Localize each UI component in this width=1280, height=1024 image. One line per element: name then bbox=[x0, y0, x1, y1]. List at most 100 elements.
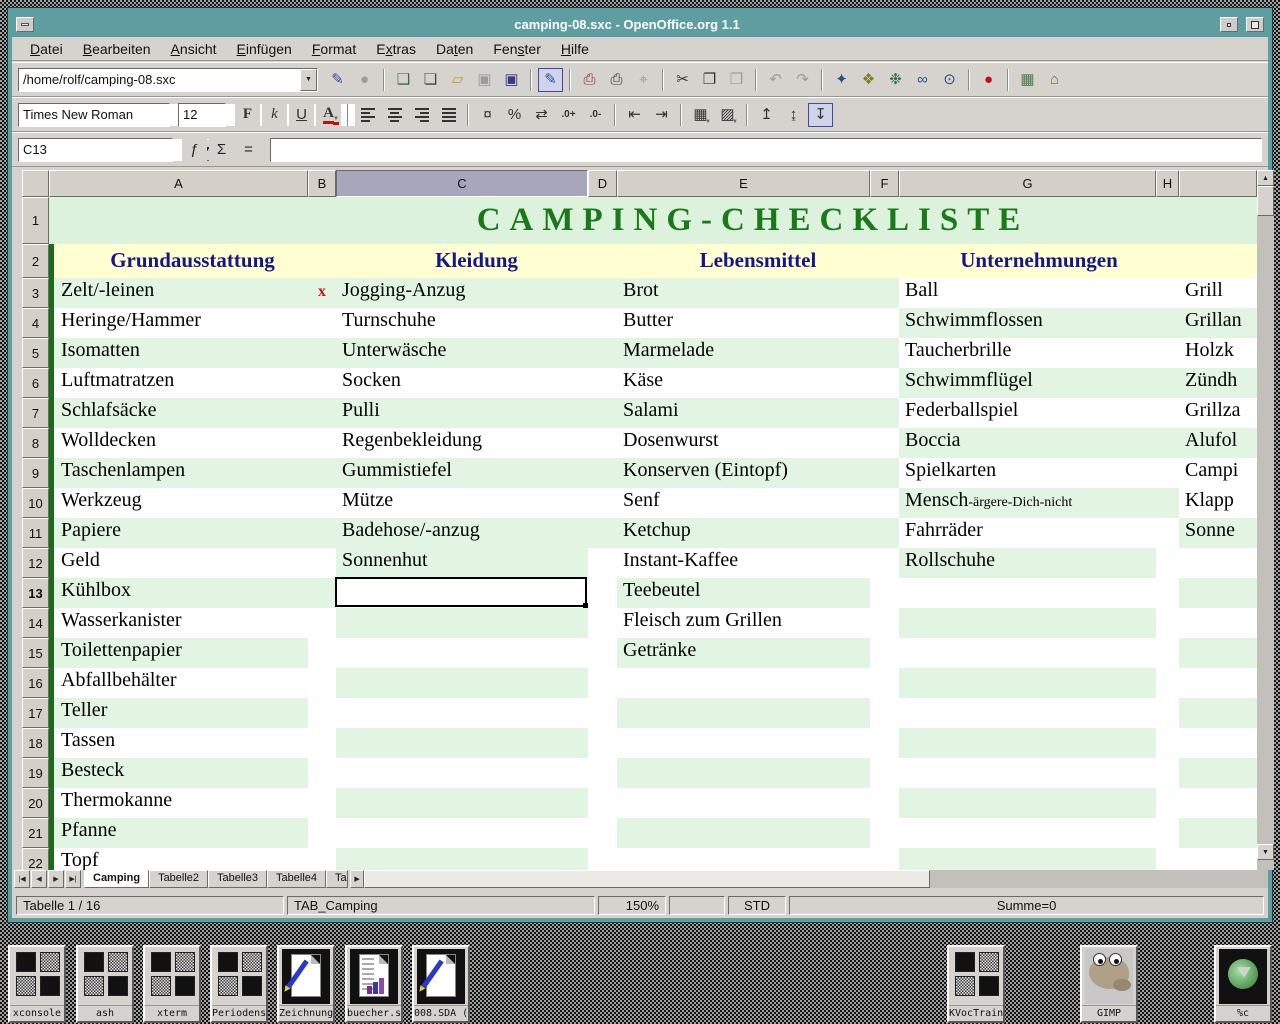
print-icon[interactable]: ⎙ bbox=[604, 68, 629, 92]
cell-F3[interactable] bbox=[870, 278, 899, 308]
cell-F22[interactable] bbox=[870, 848, 899, 870]
cell-C3[interactable]: Jogging-Anzug bbox=[336, 278, 588, 308]
cell-H20[interactable] bbox=[1156, 788, 1179, 818]
cell-I18[interactable] bbox=[1179, 728, 1257, 758]
cell-G19[interactable] bbox=[899, 758, 1156, 788]
currency-format-icon[interactable]: ¤ bbox=[475, 103, 500, 127]
cell-H15[interactable] bbox=[1156, 638, 1179, 668]
insert-graphics-icon[interactable]: ▦ bbox=[1015, 68, 1040, 92]
row-header-4[interactable]: 4 bbox=[22, 308, 49, 338]
cell-G16[interactable] bbox=[899, 668, 1156, 698]
cell-F13[interactable] bbox=[870, 578, 899, 608]
row-header-20[interactable]: 20 bbox=[22, 788, 49, 818]
first-sheet-icon[interactable]: |◀ bbox=[14, 870, 30, 888]
cell-cursor-C13[interactable] bbox=[335, 577, 587, 607]
cell-G5[interactable]: Taucherbrille bbox=[899, 338, 1156, 368]
cell-C10[interactable]: Mütze bbox=[336, 488, 588, 518]
maximize-button[interactable] bbox=[1246, 17, 1264, 32]
cell-F16[interactable] bbox=[870, 668, 899, 698]
cell-C17[interactable] bbox=[336, 698, 588, 728]
cell-F21[interactable] bbox=[870, 818, 899, 848]
cell-A8[interactable]: Wolldecken bbox=[49, 428, 308, 458]
cell-E8[interactable]: Dosenwurst bbox=[617, 428, 870, 458]
cell-A7[interactable]: Schlafsäcke bbox=[49, 398, 308, 428]
cell-H12[interactable] bbox=[1156, 548, 1179, 578]
cell-D4[interactable] bbox=[588, 308, 617, 338]
cell-D20[interactable] bbox=[588, 788, 617, 818]
edit-mode-icon[interactable]: ✎ bbox=[538, 68, 563, 92]
category-header-unternehmungen[interactable]: Unternehmungen bbox=[899, 244, 1179, 278]
decrease-indent-icon[interactable]: ⇤ bbox=[622, 103, 647, 127]
cell-A18[interactable]: Tassen bbox=[49, 728, 308, 758]
cell-H17[interactable] bbox=[1156, 698, 1179, 728]
cell-C7[interactable]: Pulli bbox=[336, 398, 588, 428]
cell-I7[interactable]: Grillza bbox=[1179, 398, 1257, 428]
taskbar-icon-ash[interactable]: ash bbox=[76, 945, 134, 1023]
menu-item-hilfe[interactable]: Hilfe bbox=[551, 39, 599, 59]
cell-C16[interactable] bbox=[336, 668, 588, 698]
taskbar-icon-xterm[interactable]: xterm bbox=[143, 945, 201, 1023]
equals-icon[interactable]: = bbox=[236, 138, 261, 162]
cell-A11[interactable]: Papiere bbox=[49, 518, 308, 548]
row-header-15[interactable]: 15 bbox=[22, 638, 49, 668]
cell-H10[interactable] bbox=[1156, 488, 1179, 518]
taskbar-icon-periodensy[interactable]: Periodensy bbox=[210, 945, 268, 1023]
align-justify-icon[interactable] bbox=[436, 103, 461, 127]
background-color-icon[interactable]: ▨▼ bbox=[715, 103, 740, 127]
cell-A12[interactable]: Geld bbox=[49, 548, 308, 578]
italic-button[interactable]: k bbox=[262, 103, 287, 127]
align-bottom-icon[interactable]: ↧ bbox=[808, 103, 833, 127]
print-file-icon[interactable]: ⎙ bbox=[577, 68, 602, 92]
cell-D8[interactable] bbox=[588, 428, 617, 458]
cell-E10[interactable]: Senf bbox=[617, 488, 870, 518]
save-all-icon[interactable]: ▣ bbox=[499, 68, 524, 92]
cell-F8[interactable] bbox=[870, 428, 899, 458]
undo-icon[interactable]: ↶ bbox=[763, 68, 788, 92]
cell-D14[interactable] bbox=[588, 608, 617, 638]
cell-B3[interactable]: x bbox=[308, 278, 336, 308]
cell-B5[interactable] bbox=[308, 338, 336, 368]
cell-C8[interactable]: Regenbekleidung bbox=[336, 428, 588, 458]
cell-F18[interactable] bbox=[870, 728, 899, 758]
cell-E15[interactable]: Getränke bbox=[617, 638, 870, 668]
cell-D17[interactable] bbox=[588, 698, 617, 728]
cell-E4[interactable]: Butter bbox=[617, 308, 870, 338]
scroll-right-icon[interactable]: ▶ bbox=[350, 870, 364, 888]
category-header-kleidung[interactable]: Kleidung bbox=[336, 244, 617, 278]
cell-H14[interactable] bbox=[1156, 608, 1179, 638]
cell-G11[interactable]: Fahrräder bbox=[899, 518, 1156, 548]
function-wizard-icon[interactable]: ƒ bbox=[182, 138, 207, 162]
cell-A5[interactable]: Isomatten bbox=[49, 338, 308, 368]
taskbar-icon-zeichnung[interactable]: Zeichnung- bbox=[277, 945, 335, 1023]
cell-G3[interactable]: Ball bbox=[899, 278, 1156, 308]
cell-G13[interactable] bbox=[899, 578, 1156, 608]
open-icon[interactable]: ▱ bbox=[445, 68, 470, 92]
redo-icon[interactable]: ↷ bbox=[790, 68, 815, 92]
cell-H16[interactable] bbox=[1156, 668, 1179, 698]
cell-A14[interactable]: Wasserkanister bbox=[49, 608, 308, 638]
cell-H3[interactable] bbox=[1156, 278, 1179, 308]
record-macro-icon[interactable]: ● bbox=[976, 68, 1001, 92]
cell-D21[interactable] bbox=[588, 818, 617, 848]
url-dropdown-icon[interactable]: ▼ bbox=[300, 69, 317, 91]
cell-F9[interactable] bbox=[870, 458, 899, 488]
cell-A15[interactable]: Toilettenpapier bbox=[49, 638, 308, 668]
cell-G7[interactable]: Federballspiel bbox=[899, 398, 1156, 428]
col-header-E[interactable]: E bbox=[617, 170, 870, 197]
cell-E20[interactable] bbox=[617, 788, 870, 818]
taskbar-icon-gimp[interactable]: GIMP bbox=[1080, 945, 1138, 1023]
row-header-7[interactable]: 7 bbox=[22, 398, 49, 428]
taskbar-icon-c[interactable]: %c bbox=[1214, 945, 1272, 1023]
cell-F4[interactable] bbox=[870, 308, 899, 338]
align-center-vertical-icon[interactable]: ↨ bbox=[781, 103, 806, 127]
row-header-22[interactable]: 22 bbox=[22, 848, 49, 870]
menu-item-daten[interactable]: Daten bbox=[426, 39, 483, 59]
taskbar-icon-008-sda[interactable]: 008.SDA ( bbox=[412, 945, 470, 1023]
cell-F17[interactable] bbox=[870, 698, 899, 728]
cell-B13[interactable] bbox=[308, 578, 336, 608]
row-header-14[interactable]: 14 bbox=[22, 608, 49, 638]
cell-I17[interactable] bbox=[1179, 698, 1257, 728]
paste-icon[interactable]: ❒ bbox=[724, 68, 749, 92]
cell-I16[interactable] bbox=[1179, 668, 1257, 698]
cell-B21[interactable] bbox=[308, 818, 336, 848]
